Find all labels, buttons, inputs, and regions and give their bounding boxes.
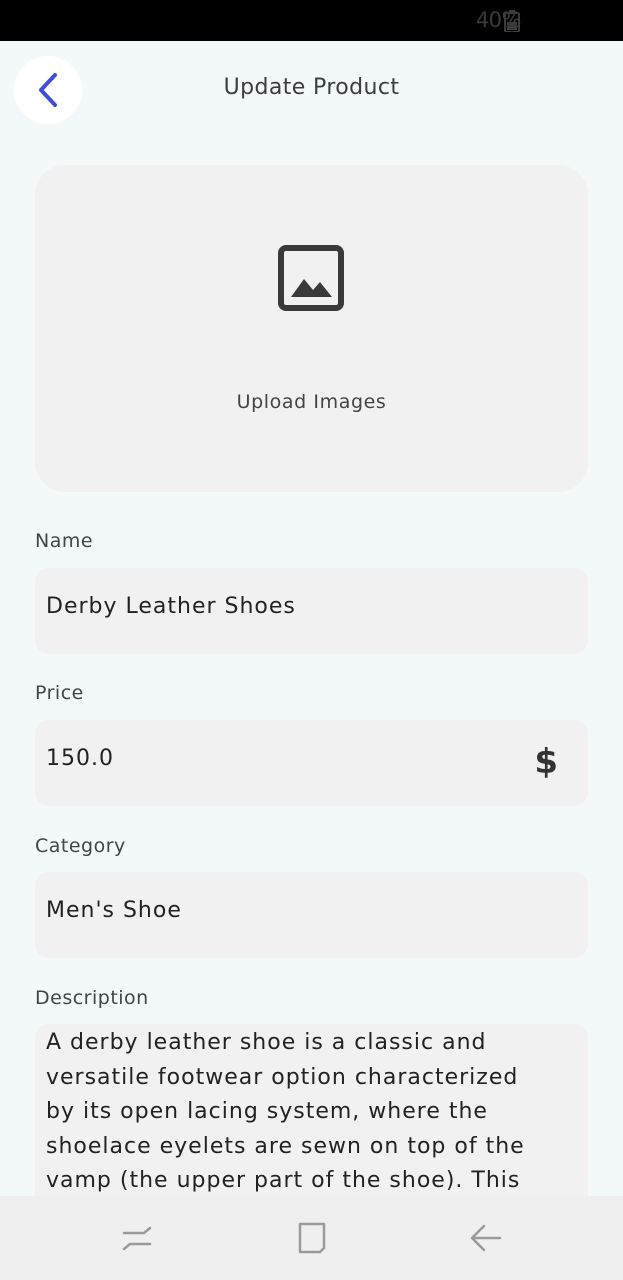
home-icon[interactable] xyxy=(294,1220,330,1256)
system-back-icon[interactable] xyxy=(468,1220,504,1256)
price-value: 150.0 xyxy=(46,746,114,771)
category-value: Men's Shoe xyxy=(46,898,182,923)
category-label: Category xyxy=(35,835,126,857)
page-title: Update Product xyxy=(223,75,400,100)
recent-apps-icon[interactable] xyxy=(119,1220,155,1256)
price-label: Price xyxy=(35,682,84,704)
battery-icon xyxy=(504,10,520,32)
description-field[interactable]: A derby leather shoe is a classic and ve… xyxy=(35,1024,588,1224)
name-value: Derby Leather Shoes xyxy=(46,594,296,619)
status-bar: 40% xyxy=(0,0,623,41)
category-field[interactable]: Men's Shoe xyxy=(35,872,588,958)
description-label: Description xyxy=(35,987,149,1009)
system-navigation-bar xyxy=(0,1196,623,1280)
upload-images-area[interactable]: Upload Images xyxy=(35,165,588,492)
name-label: Name xyxy=(35,530,94,552)
image-icon xyxy=(278,245,344,311)
app-header: Update Product xyxy=(0,41,623,141)
description-value: A derby leather shoe is a classic and ve… xyxy=(46,1030,525,1193)
price-field[interactable]: 150.0 $ xyxy=(35,720,588,806)
dollar-icon: $ xyxy=(534,742,558,782)
upload-images-label: Upload Images xyxy=(236,391,387,413)
name-field[interactable]: Derby Leather Shoes xyxy=(35,568,588,654)
